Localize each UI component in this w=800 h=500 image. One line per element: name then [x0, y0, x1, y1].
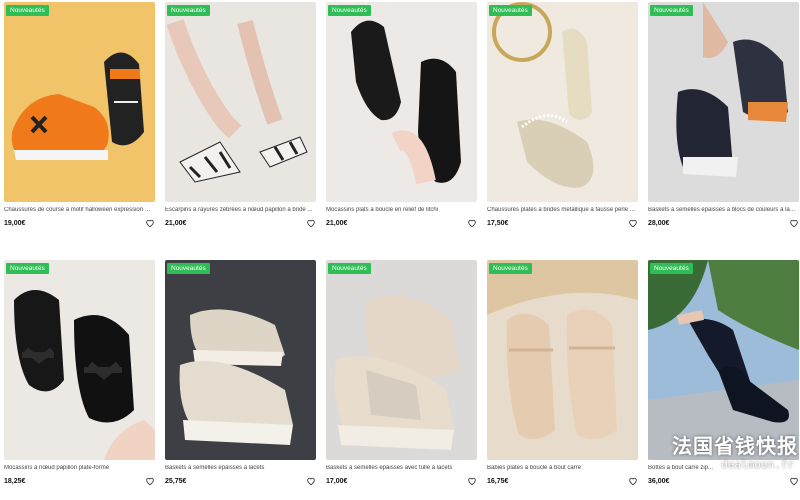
new-badge: Nouveautés [167, 5, 210, 16]
product-title[interactable]: Chaussures plates à brides métallique à … [487, 207, 638, 214]
wishlist-heart-icon[interactable] [628, 476, 638, 486]
wishlist-heart-icon[interactable] [467, 218, 477, 228]
wishlist-heart-icon[interactable] [467, 476, 477, 486]
watermark-text: 法国省钱快报 [672, 436, 798, 458]
product-image[interactable]: Nouveautés [487, 2, 638, 202]
product-card[interactable]: Nouveautés Baskets à semelles épaisses a… [326, 260, 477, 500]
new-badge: Nouveautés [489, 5, 532, 16]
new-badge: Nouveautés [6, 263, 49, 274]
wishlist-heart-icon[interactable] [145, 218, 155, 228]
new-badge: Nouveautés [6, 5, 49, 16]
wishlist-heart-icon[interactable] [789, 218, 799, 228]
wishlist-heart-icon[interactable] [306, 476, 316, 486]
product-image[interactable]: Nouveautés [165, 260, 316, 460]
product-image[interactable]: Nouveautés [326, 260, 477, 460]
product-price: 17,00€ [326, 477, 348, 485]
product-price: 28,00€ [648, 219, 670, 227]
product-price: 18,25€ [4, 477, 26, 485]
product-title[interactable]: Babies plates à boucle à bout carré [487, 465, 638, 472]
product-card[interactable]: Nouveautés Mocassins plats à boucle en r… [326, 2, 477, 242]
new-badge: Nouveautés [650, 263, 693, 274]
product-image[interactable]: Nouveautés [487, 260, 638, 460]
product-title[interactable]: Escarpins à rayures zébrées à nœud papil… [165, 207, 316, 214]
product-title[interactable]: Baskets à semelles épaisses à lacets [165, 465, 316, 472]
product-card[interactable]: Nouveautés Chaussures de course à motif … [4, 2, 155, 242]
wishlist-heart-icon[interactable] [628, 218, 638, 228]
wishlist-heart-icon[interactable] [145, 476, 155, 486]
product-price: 36,00€ [648, 477, 670, 485]
product-title[interactable]: Baskets à semelles épaisses à blocs de c… [648, 207, 799, 214]
new-badge: Nouveautés [167, 263, 210, 274]
product-card[interactable]: Nouveautés Mocassins à nœud papillon pla… [4, 260, 155, 500]
product-price: 21,00€ [165, 219, 187, 227]
product-card[interactable]: Nouveautés Baskets à semelles épaisses à… [165, 260, 316, 500]
product-card[interactable]: Nouveautés Escarpins à rayures zébrées à… [165, 2, 316, 242]
new-badge: Nouveautés [328, 5, 371, 16]
product-image[interactable]: Nouveautés [648, 2, 799, 202]
product-grid: Nouveautés Chaussures de course à motif … [4, 2, 799, 500]
new-badge: Nouveautés [328, 263, 371, 274]
watermark-site: dealmoon.fr [721, 458, 794, 471]
product-price: 17,50€ [487, 219, 509, 227]
product-card[interactable]: Nouveautés Babies plates à boucle à bout… [487, 260, 638, 500]
wishlist-heart-icon[interactable] [306, 218, 316, 228]
product-price: 16,75€ [487, 477, 509, 485]
new-badge: Nouveautés [650, 5, 693, 16]
product-price: 25,75€ [165, 477, 187, 485]
product-image[interactable]: Nouveautés [165, 2, 316, 202]
product-title[interactable]: Chaussures de course à motif halloween e… [4, 207, 155, 214]
product-image[interactable]: Nouveautés [4, 2, 155, 202]
wishlist-heart-icon[interactable] [789, 476, 799, 486]
product-title[interactable]: Mocassins plats à boucle en relief de li… [326, 207, 477, 214]
product-title[interactable]: Baskets à semelles épaisses avec tulle à… [326, 465, 477, 472]
new-badge: Nouveautés [489, 263, 532, 274]
product-title[interactable]: Mocassins à nœud papillon plate-forme [4, 465, 155, 472]
product-image[interactable]: Nouveautés [326, 2, 477, 202]
product-price: 19,00€ [4, 219, 26, 227]
product-price: 21,00€ [326, 219, 348, 227]
product-card[interactable]: Nouveautés Chaussures plates à brides mé… [487, 2, 638, 242]
product-card[interactable]: Nouveautés Baskets à semelles épaisses à… [648, 2, 799, 242]
product-image[interactable]: Nouveautés [4, 260, 155, 460]
